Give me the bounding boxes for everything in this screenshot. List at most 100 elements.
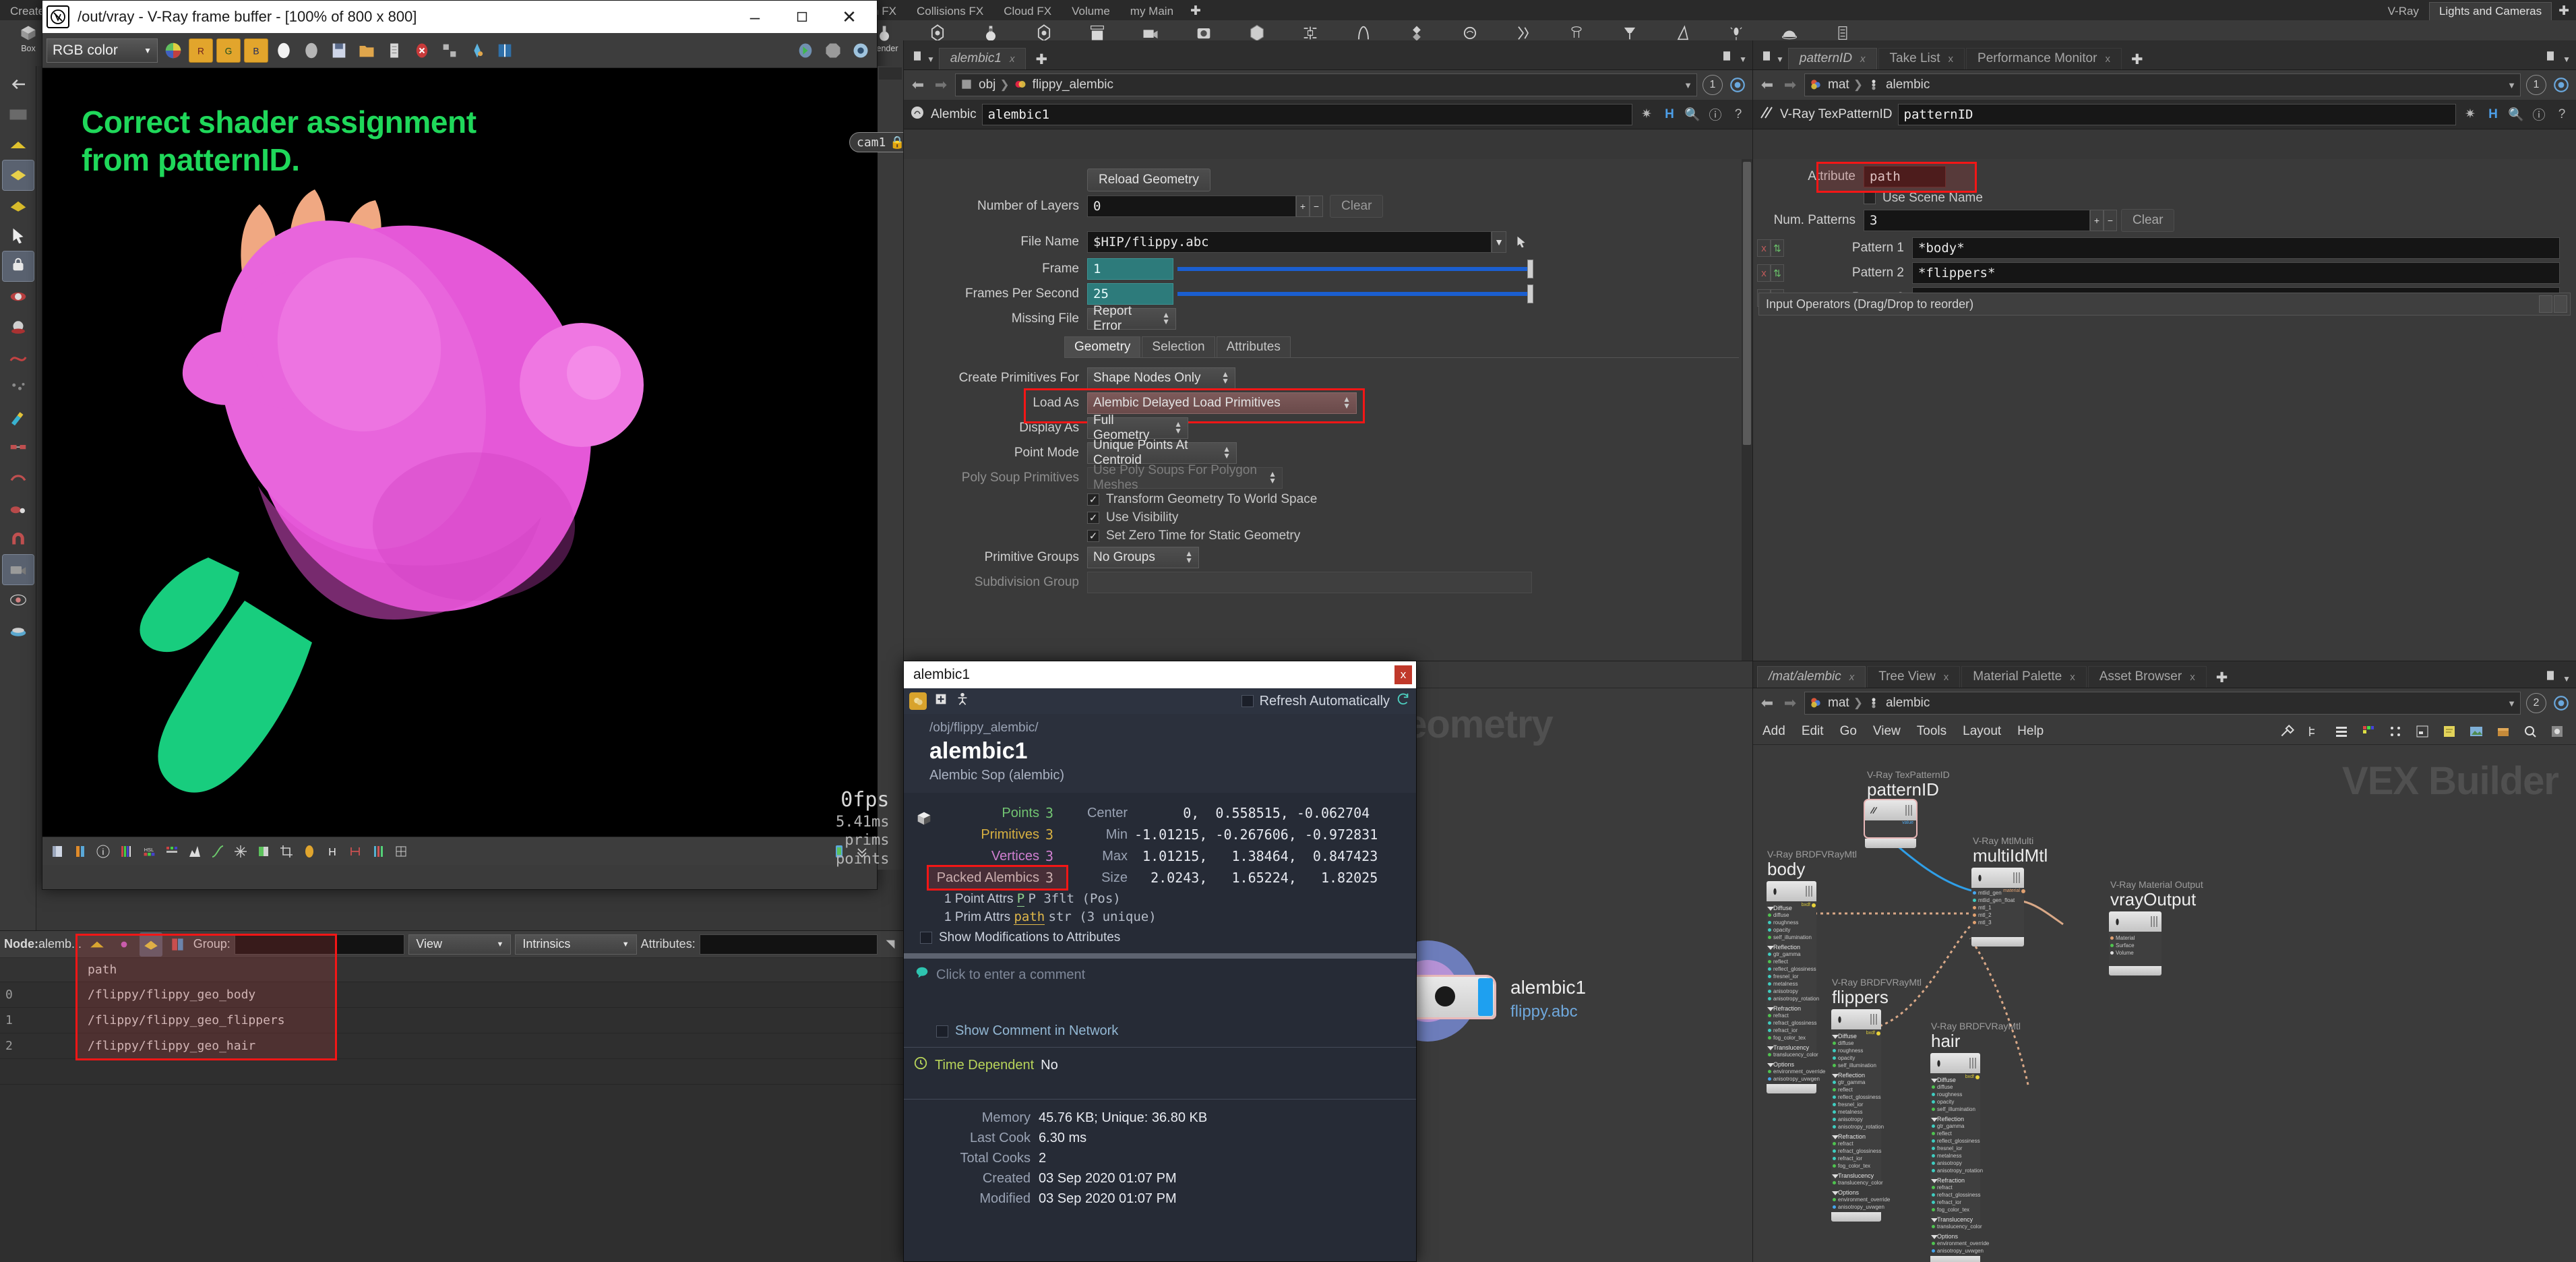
network-layout-icon[interactable] (2413, 722, 2432, 741)
snap-prim-icon[interactable] (3, 191, 34, 220)
vfb-colorbars-icon[interactable] (117, 842, 135, 861)
mat-node-flippers[interactable]: Diffuse bxdf diffuse roughness opacity s… (1831, 1009, 1890, 1222)
pin-volume[interactable]: Volume (2109, 949, 2161, 957)
section-reflection[interactable]: Reflection (1767, 944, 1816, 951)
close-icon[interactable]: x (2105, 53, 2110, 65)
info-comment-row[interactable]: Click to enter a comment (904, 959, 1416, 984)
select-tool-icon[interactable] (3, 221, 34, 251)
pattern1-move-button[interactable]: ⇅ (1771, 239, 1784, 257)
vfb-color-wheel-icon[interactable] (161, 38, 185, 63)
network-tree-icon[interactable] (2305, 722, 2324, 741)
pane-layout-caret-icon[interactable]: ▼ (1739, 55, 1747, 64)
breadcrumb-mat[interactable]: mat (1828, 696, 1849, 711)
input-op-button-1[interactable] (2539, 295, 2552, 313)
table-row[interactable]: 1 /flippy/flippy_geo_flippers (0, 1008, 903, 1033)
tab-attributes[interactable]: Attributes (1216, 336, 1291, 357)
hair-output-dot[interactable] (1975, 1075, 1980, 1079)
spreadsheet-primitives-icon[interactable] (139, 932, 162, 957)
pin-self-illumination[interactable]: self_illumination (1767, 934, 1816, 941)
pin-metalness[interactable]: metalness (1831, 1108, 1881, 1116)
mat-network-link-icon[interactable] (2552, 694, 2571, 713)
mat-node-vrayoutput[interactable]: Material Surface Volume (2109, 911, 2161, 976)
breadcrumb-obj[interactable]: obj (979, 78, 995, 92)
info-icon[interactable]: ⓘ (1707, 106, 1724, 123)
edit-tool-icon[interactable] (3, 433, 34, 463)
tab-alembic1[interactable]: alembic1 x (938, 48, 1026, 69)
pin-fog-color-tex[interactable]: fog_color_tex (1930, 1206, 1980, 1213)
num-patterns-input[interactable]: 3 (1864, 210, 2090, 231)
pin-self-illumination[interactable]: self_illumination (1831, 1062, 1881, 1069)
vfb-hue-icon[interactable]: H (323, 842, 342, 861)
frame-input[interactable]: 1 (1087, 258, 1173, 280)
node-name-field[interactable]: patternID (1897, 103, 2456, 125)
sculpt-tool-icon[interactable] (3, 494, 34, 524)
network-search-icon[interactable] (2521, 722, 2540, 741)
pattern1-input[interactable]: *body* (1912, 237, 2560, 259)
turntable-tool-icon[interactable] (3, 615, 34, 645)
close-icon[interactable]: x (1949, 53, 1954, 65)
pattern1-delete-button[interactable]: x (1757, 239, 1771, 257)
vfb-bloom-icon[interactable] (300, 842, 319, 861)
pattern2-move-button[interactable]: ⇅ (1771, 264, 1784, 282)
vfb-hsl-icon[interactable]: HSL (140, 842, 158, 861)
network-palette-icon[interactable] (2359, 722, 2378, 741)
close-icon[interactable]: x (1944, 671, 1949, 683)
close-icon[interactable]: x (2070, 671, 2075, 683)
shelf-tab-my-main[interactable]: my Main (1120, 2, 1184, 20)
view-tool-icon[interactable] (3, 282, 34, 311)
pane-type-icon[interactable] (1757, 47, 1776, 65)
pin-opacity[interactable]: opacity (1930, 1098, 1980, 1106)
section-reflection[interactable]: Reflection (1930, 1116, 1980, 1122)
pin-mtlid-gen-float[interactable]: mtlid_gen_float (1971, 897, 2024, 904)
vfb-channel-select[interactable]: RGB color ▼ (47, 38, 158, 63)
prim-groups-select[interactable]: No Groups ▲ ▼ (1087, 547, 1199, 568)
vfb-alpha-gray-icon[interactable] (299, 38, 324, 63)
pin-metalness[interactable]: metalness (1930, 1152, 1980, 1160)
file-name-dropdown[interactable]: ▼ (1492, 231, 1506, 253)
pin-fresnel-ior[interactable]: fresnel_ior (1831, 1101, 1881, 1108)
gear-icon[interactable]: ✷ (1638, 106, 1655, 123)
vfb-blue-channel-button[interactable]: B (244, 38, 268, 63)
pin-mtl-1[interactable]: mtl_1 (1971, 904, 2024, 911)
mat-node-patternid[interactable]: value (1864, 799, 1918, 848)
chevron-down-icon[interactable]: ▼ (2507, 698, 2516, 709)
pin-anisotropy[interactable]: anisotropy (1930, 1160, 1980, 1167)
info-person-icon[interactable] (955, 692, 970, 711)
vfb-title-bar[interactable]: /out/vray - V-Ray frame buffer - [100% o… (42, 1, 877, 33)
curve-tool-icon[interactable] (3, 342, 34, 372)
nav-forward-icon[interactable]: ➡ (1781, 694, 1799, 712)
network-list-icon[interactable] (2332, 722, 2351, 741)
vfb-history-icon[interactable] (382, 38, 406, 63)
node-name-field[interactable]: alembic1 (981, 103, 1632, 125)
mat-breadcrumb[interactable]: mat ❯ alembic ▼ (1804, 73, 2521, 96)
missing-file-select[interactable]: Report Error ▲ ▼ (1087, 304, 1176, 333)
vfb-stop-render-icon[interactable] (410, 38, 434, 63)
mat-network-breadcrumb[interactable]: mat ❯ alembic ▼ (1804, 692, 2521, 715)
pin-refract-ior[interactable]: refract_ior (1831, 1155, 1881, 1162)
pane-layout-caret-icon[interactable]: ▼ (2563, 55, 2571, 64)
houdini-h-icon[interactable]: H (2484, 106, 2502, 123)
load-as-select[interactable]: Alembic Delayed Load Primitives ▲ ▼ (1087, 392, 1357, 414)
section-translucency[interactable]: Translucency (1831, 1172, 1881, 1179)
pin-fresnel-ior[interactable]: fresnel_ior (1930, 1145, 1980, 1152)
vfb-save-icon[interactable] (327, 38, 351, 63)
pin-refract[interactable]: refract (1831, 1140, 1881, 1147)
table-row[interactable]: 0 /flippy/flippy_geo_body (0, 982, 903, 1008)
vfb-levels-icon[interactable] (369, 842, 388, 861)
spreadsheet-view-menu[interactable]: View ▼ (408, 934, 512, 955)
pin-reflect[interactable]: reflect (1831, 1086, 1881, 1093)
spreadsheet-attributes-input[interactable] (699, 934, 878, 955)
menu-tools[interactable]: Tools (1917, 724, 1946, 739)
section-refraction[interactable]: Refraction (1930, 1177, 1980, 1184)
mat-node-body[interactable]: Diffuse bxdf diffuse roughness opacity s… (1767, 881, 1825, 1093)
pin-gtr-gamma[interactable]: gtr_gamma (1831, 1079, 1881, 1086)
help-icon[interactable]: ? (2553, 106, 2571, 123)
section-translucency[interactable]: Translucency (1767, 1044, 1816, 1051)
vfb-crop-icon[interactable] (277, 842, 296, 861)
pin-surface[interactable]: Surface (2109, 942, 2161, 949)
vfb-compare-icon[interactable] (493, 38, 517, 63)
fps-slider[interactable] (1173, 283, 1533, 305)
pin-roughness[interactable]: roughness (1831, 1047, 1881, 1054)
pin-refract[interactable]: refract (1930, 1184, 1980, 1191)
pin-environment-override[interactable]: environment_override (1767, 1068, 1825, 1075)
